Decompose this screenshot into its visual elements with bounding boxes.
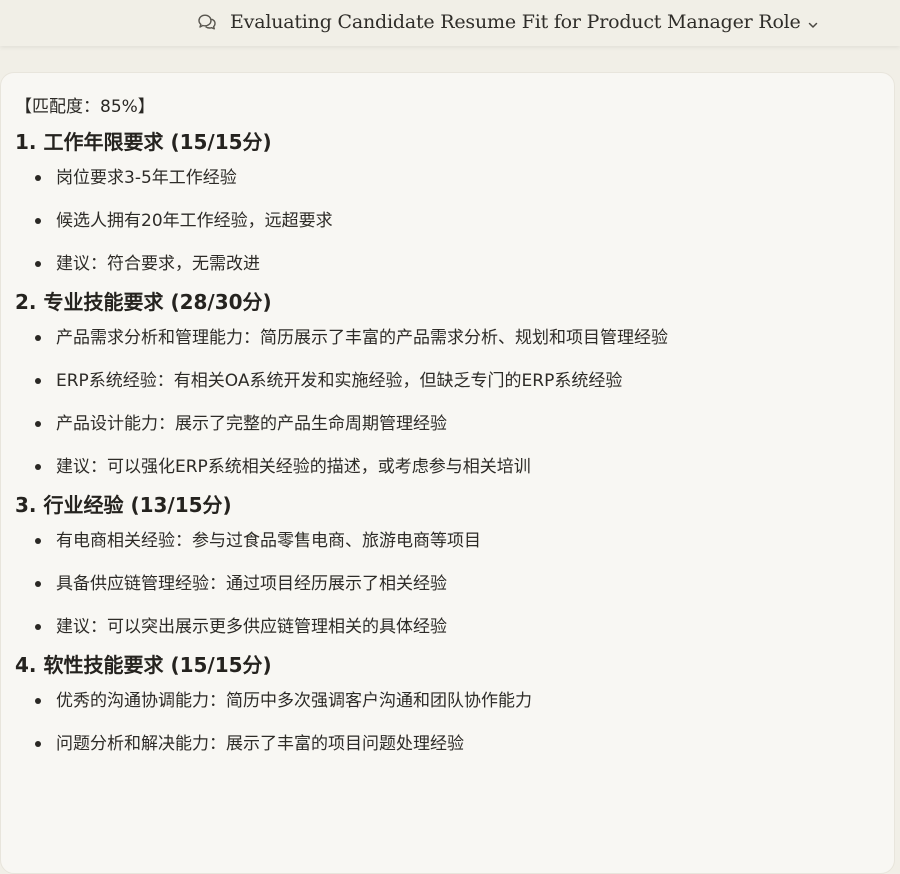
- section-title: 3. 行业经验 (13/15分): [15, 493, 232, 517]
- list-item: 岗位要求3-5年工作经验: [15, 165, 885, 191]
- list-item-text: 候选人拥有20年工作经验，远超要求: [56, 211, 333, 231]
- list-item-text: 产品需求分析和管理能力：简历展示了丰富的产品需求分析、规划和项目管理经验: [56, 328, 668, 348]
- bullet-icon: [35, 464, 41, 470]
- section-title: 1. 工作年限要求 (15/15分): [15, 130, 272, 154]
- list-item-text: 岗位要求3-5年工作经验: [56, 168, 237, 188]
- section-list: 岗位要求3-5年工作经验 候选人拥有20年工作经验，远超要求 建议：符合要求，无…: [15, 165, 885, 277]
- list-item: 优秀的沟通协调能力：简历中多次强调客户沟通和团队协作能力: [15, 688, 885, 714]
- list-item: 建议：可以突出展示更多供应链管理相关的具体经验: [15, 614, 885, 640]
- list-item-text: 具备供应链管理经验：通过项目经历展示了相关经验: [56, 574, 447, 594]
- list-item: 候选人拥有20年工作经验，远超要求: [15, 208, 885, 234]
- list-item-text: 建议：符合要求，无需改进: [56, 254, 260, 274]
- bullet-icon: [35, 421, 41, 427]
- section-list: 产品需求分析和管理能力：简历展示了丰富的产品需求分析、规划和项目管理经验 ERP…: [15, 325, 885, 480]
- list-item: 建议：可以强化ERP系统相关经验的描述，或考虑参与相关培训: [15, 454, 885, 480]
- conversation-title-dropdown[interactable]: Evaluating Candidate Resume Fit for Prod…: [196, 8, 819, 36]
- bullet-icon: [35, 218, 41, 224]
- list-item: 产品设计能力：展示了完整的产品生命周期管理经验: [15, 411, 885, 437]
- list-item: 产品需求分析和管理能力：简历展示了丰富的产品需求分析、规划和项目管理经验: [15, 325, 885, 351]
- bullet-icon: [35, 538, 41, 544]
- conversation-title: Evaluating Candidate Resume Fit for Prod…: [230, 11, 801, 33]
- chevron-down-icon: [807, 16, 819, 28]
- bullet-icon: [35, 698, 41, 704]
- list-item: 建议：符合要求，无需改进: [15, 251, 885, 277]
- list-item-text: 优秀的沟通协调能力：简历中多次强调客户沟通和团队协作能力: [56, 691, 532, 711]
- section-work-years: 1. 工作年限要求 (15/15分) 岗位要求3-5年工作经验 候选人拥有20年…: [15, 129, 885, 277]
- bullet-icon: [35, 378, 41, 384]
- bullet-icon: [35, 335, 41, 341]
- list-item-text: 建议：可以强化ERP系统相关经验的描述，或考虑参与相关培训: [56, 457, 531, 477]
- chat-bubbles-icon: [196, 11, 218, 33]
- list-item: 问题分析和解决能力：展示了丰富的项目问题处理经验: [15, 731, 885, 757]
- section-list: 优秀的沟通协调能力：简历中多次强调客户沟通和团队协作能力 问题分析和解决能力：展…: [15, 688, 885, 757]
- list-item: ERP系统经验：有相关OA系统开发和实施经验，但缺乏专门的ERP系统经验: [15, 368, 885, 394]
- section-list: 有电商相关经验：参与过食品零售电商、旅游电商等项目 具备供应链管理经验：通过项目…: [15, 528, 885, 640]
- section-industry-experience: 3. 行业经验 (13/15分) 有电商相关经验：参与过食品零售电商、旅游电商等…: [15, 492, 885, 640]
- section-professional-skills: 2. 专业技能要求 (28/30分) 产品需求分析和管理能力：简历展示了丰富的产…: [15, 289, 885, 480]
- list-item: 具备供应链管理经验：通过项目经历展示了相关经验: [15, 571, 885, 597]
- list-item-text: 有电商相关经验：参与过食品零售电商、旅游电商等项目: [56, 531, 481, 551]
- bullet-icon: [35, 261, 41, 267]
- conversation-header: Evaluating Candidate Resume Fit for Prod…: [0, 0, 900, 46]
- list-item-text: ERP系统经验：有相关OA系统开发和实施经验，但缺乏专门的ERP系统经验: [56, 371, 623, 391]
- list-item-text: 建议：可以突出展示更多供应链管理相关的具体经验: [56, 617, 447, 637]
- bullet-icon: [35, 624, 41, 630]
- list-item-text: 产品设计能力：展示了完整的产品生命周期管理经验: [56, 414, 447, 434]
- bullet-icon: [35, 741, 41, 747]
- section-title: 2. 专业技能要求 (28/30分): [15, 290, 272, 314]
- match-score: 【匹配度：85%】: [15, 97, 155, 117]
- assistant-message: 【匹配度：85%】 1. 工作年限要求 (15/15分) 岗位要求3-5年工作经…: [15, 96, 885, 769]
- section-soft-skills: 4. 软性技能要求 (15/15分) 优秀的沟通协调能力：简历中多次强调客户沟通…: [15, 652, 885, 757]
- list-item-text: 问题分析和解决能力：展示了丰富的项目问题处理经验: [56, 734, 464, 754]
- list-item: 有电商相关经验：参与过食品零售电商、旅游电商等项目: [15, 528, 885, 554]
- bullet-icon: [35, 175, 41, 181]
- bullet-icon: [35, 581, 41, 587]
- section-title: 4. 软性技能要求 (15/15分): [15, 653, 272, 677]
